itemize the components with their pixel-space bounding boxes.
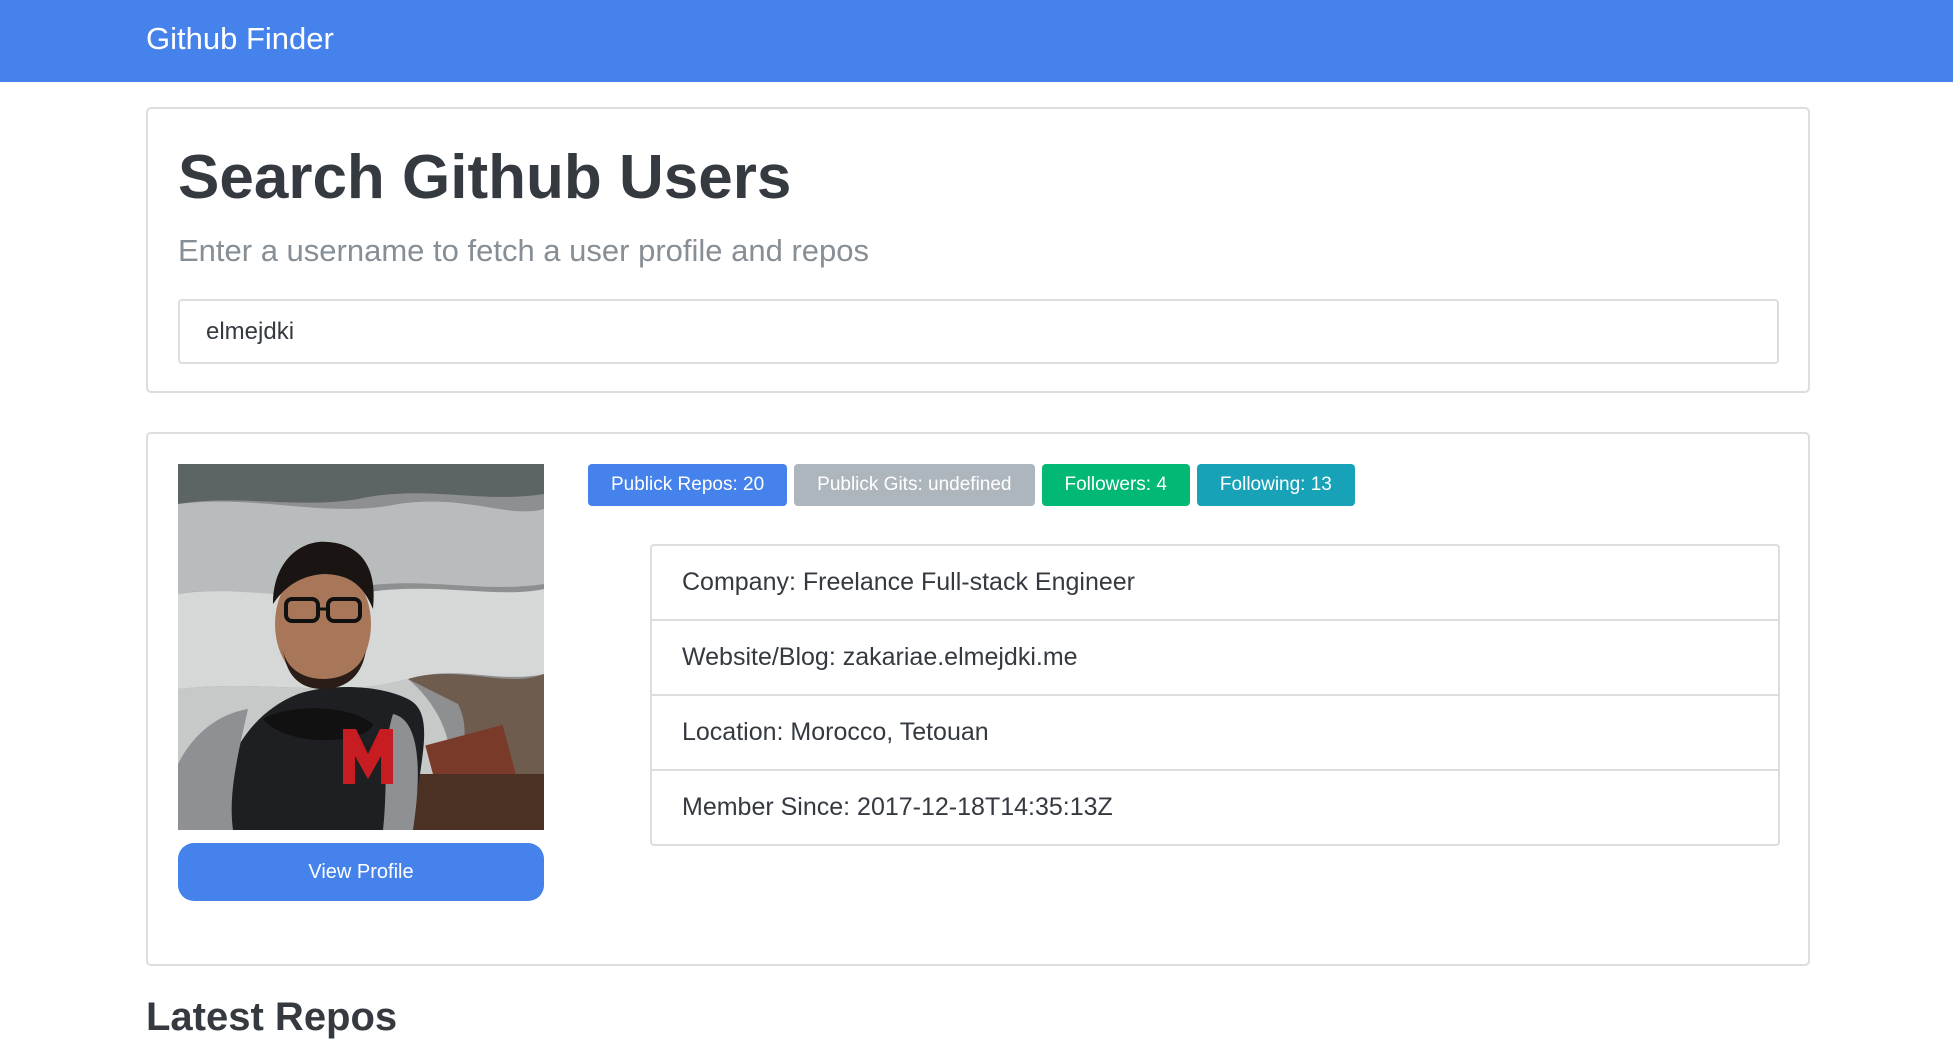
profile-details-list: Company: Freelance Full-stack Engineer W… — [650, 544, 1780, 846]
detail-website: Website/Blog: zakariae.elmejdki.me — [652, 621, 1778, 696]
latest-repos-heading: Latest Repos — [146, 995, 398, 1039]
detail-location: Location: Morocco, Tetouan — [652, 696, 1778, 771]
detail-member-since: Member Since: 2017-12-18T14:35:13Z — [682, 793, 1113, 821]
page-title: Search Github Users — [178, 143, 792, 212]
profile-card: View Profile Publick Repos: 20 Publick G… — [146, 432, 1810, 966]
badge-public-repos: Publick Repos: 20 — [588, 464, 788, 506]
avatar-photo — [178, 464, 544, 830]
badge-following: Following: 13 — [1196, 464, 1355, 506]
avatar — [178, 464, 544, 830]
search-input[interactable] — [178, 299, 1779, 364]
stats-badges: Publick Repos: 20 Publick Gits: undefine… — [588, 464, 1355, 506]
view-profile-button[interactable]: View Profile — [178, 843, 544, 901]
brand-link[interactable]: Github Finder — [146, 20, 334, 58]
navbar: Github Finder — [0, 0, 1953, 82]
badge-public-gists: Publick Gits: undefined — [794, 464, 1035, 506]
search-subtitle: Enter a username to fetch a user profile… — [178, 233, 870, 268]
badge-followers: Followers: 4 — [1041, 464, 1190, 506]
detail-company: Company: Freelance Full-stack Engineer — [652, 546, 1778, 621]
search-card: Search Github Users Enter a username to … — [146, 107, 1810, 393]
